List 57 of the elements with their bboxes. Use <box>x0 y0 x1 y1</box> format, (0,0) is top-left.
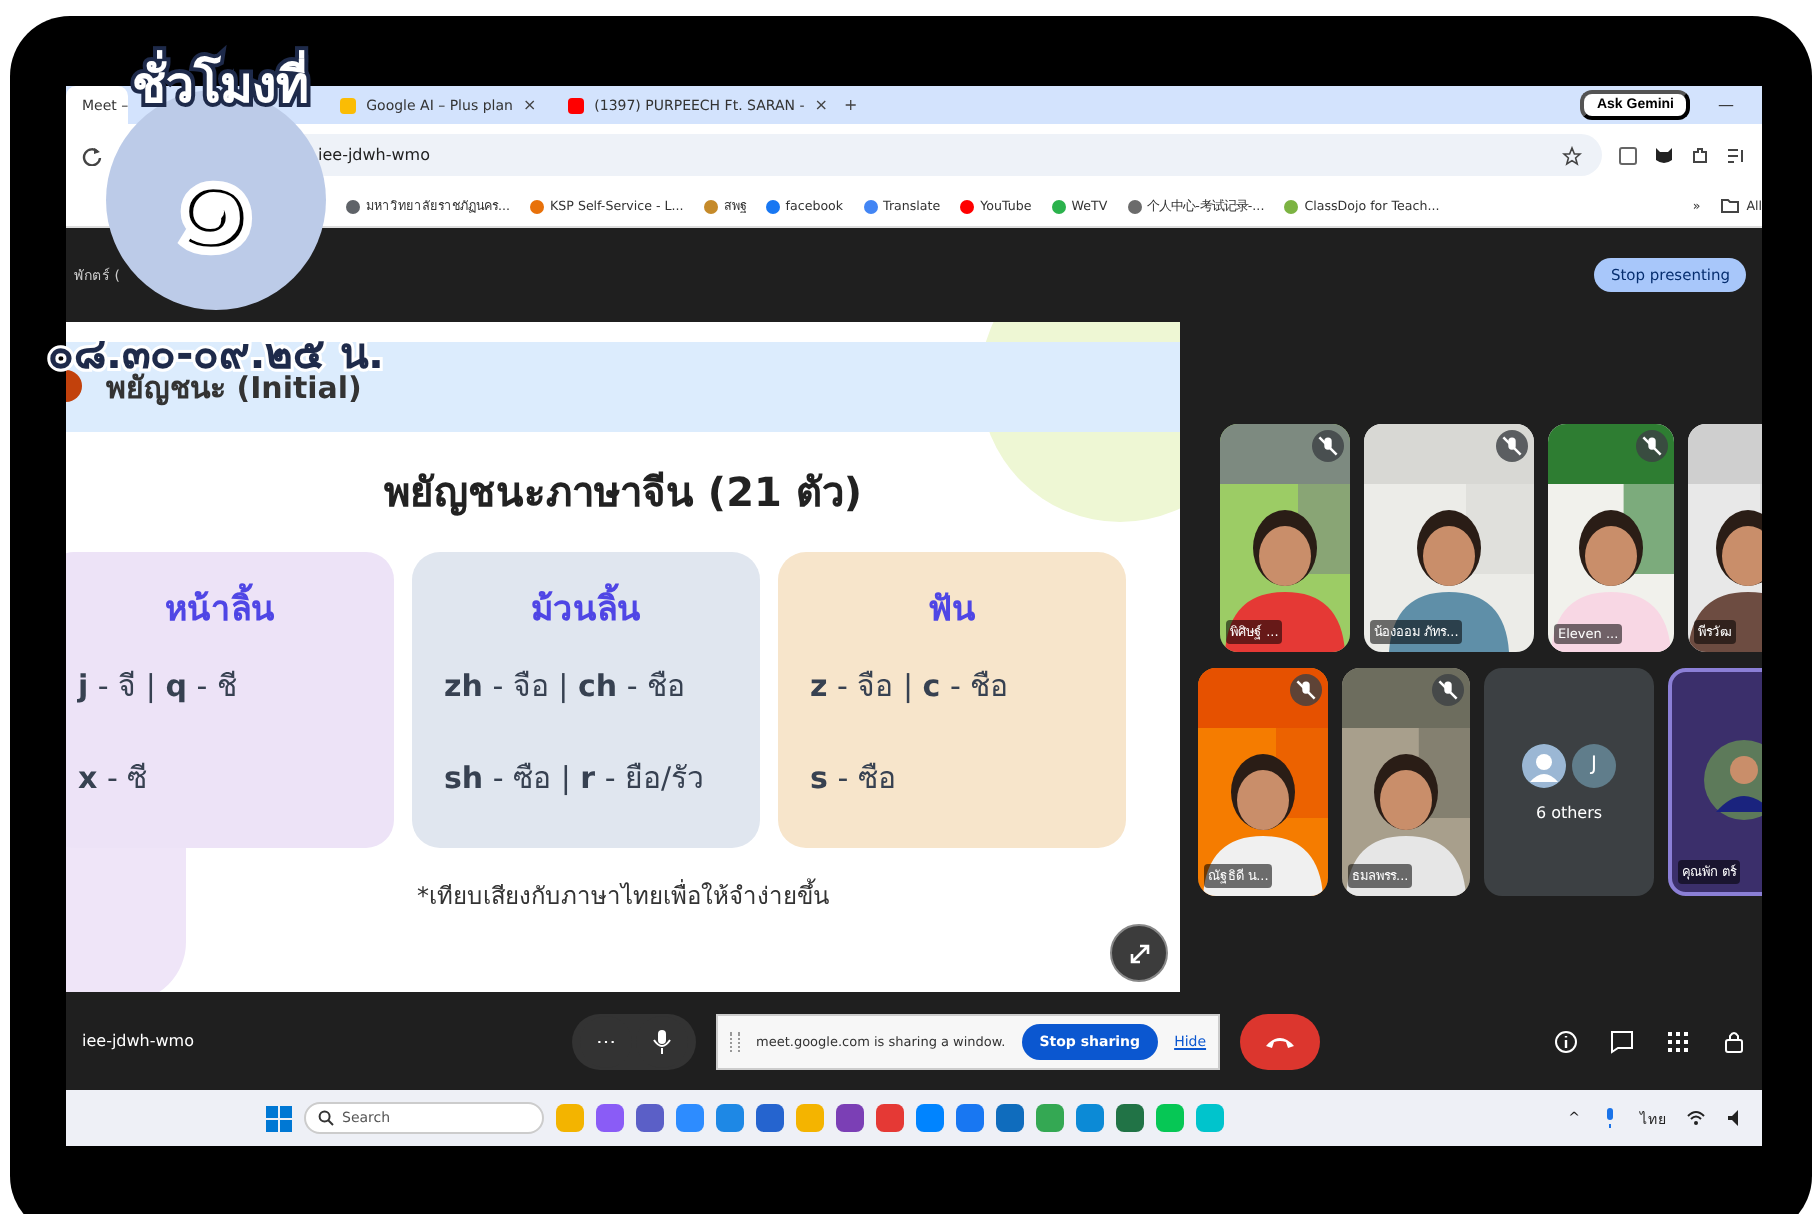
new-tab-button[interactable]: + <box>843 96 858 114</box>
app-icon[interactable] <box>916 1104 944 1132</box>
lock-icon[interactable] <box>1722 1029 1746 1053</box>
extension-icon[interactable] <box>1618 145 1638 165</box>
slide-title: พยัญชนะภาษาจีน (21 ตัว) <box>381 466 865 520</box>
cat-icon[interactable] <box>1654 145 1674 165</box>
search-icon <box>318 1110 334 1126</box>
app-icon[interactable] <box>876 1104 904 1132</box>
app-icon[interactable] <box>1116 1104 1144 1132</box>
app-icon[interactable] <box>996 1104 1024 1132</box>
tab-favicon-icon <box>568 97 585 113</box>
drag-handle[interactable] <box>730 1031 740 1051</box>
consonant-pair: sh - ซือ | r - ยือ/รัว <box>444 758 706 800</box>
slide-header: พยัญชนะ (Initial) <box>106 369 362 410</box>
minimize-button[interactable]: — <box>1690 96 1762 114</box>
app-icon[interactable] <box>716 1104 744 1132</box>
consonant-pair: z - จือ | c - ชือ <box>810 666 1011 708</box>
close-tab-button[interactable]: × <box>814 96 828 114</box>
info-icon[interactable] <box>1554 1029 1578 1053</box>
tab-favicon-icon <box>340 97 357 113</box>
chat-icon[interactable] <box>1610 1029 1634 1053</box>
media-icon[interactable] <box>1726 145 1746 165</box>
participant-tile[interactable]: J 6 others <box>1484 668 1654 896</box>
phone-icon <box>1264 1033 1297 1049</box>
meeting-code: iee-jdwh-wmo <box>82 1032 196 1050</box>
app-icon[interactable] <box>636 1104 664 1132</box>
wifi-icon[interactable] <box>1686 1108 1706 1128</box>
app-icon[interactable] <box>1036 1104 1064 1132</box>
others-count: 6 others <box>1535 803 1603 821</box>
activities-icon[interactable] <box>1666 1029 1690 1053</box>
card-heading: ฟัน <box>926 588 978 634</box>
reload-icon[interactable] <box>82 145 102 165</box>
consonant-pair: zh - จือ | ch - ชือ <box>444 666 687 708</box>
app-icon[interactable] <box>836 1104 864 1132</box>
consonant-pair: j - จี | q - ชี <box>78 666 239 708</box>
expand-icon <box>1127 941 1151 965</box>
expand-button[interactable] <box>1110 924 1168 982</box>
slide-note: *เทียบเสียงกับภาษาไทยเพื่อให้จำง่ายขึ้น <box>415 876 831 914</box>
app-icon[interactable] <box>1076 1104 1104 1132</box>
app-icon[interactable] <box>756 1104 784 1132</box>
puzzle-icon[interactable] <box>1690 145 1710 165</box>
app-icon[interactable] <box>956 1104 984 1132</box>
avatar-icon <box>1704 740 1762 820</box>
microphone-icon <box>652 1029 672 1053</box>
bookmark-star-icon[interactable] <box>1562 145 1582 165</box>
consonant-pair: s - ซือ <box>810 758 898 800</box>
app-icon[interactable] <box>596 1104 624 1132</box>
close-tab-button[interactable]: × <box>522 96 537 114</box>
end-call-button[interactable] <box>1240 1013 1321 1069</box>
card-heading: ม้วนลิ้น <box>444 580 728 634</box>
windows-start-icon[interactable] <box>266 1105 292 1131</box>
avatar-icon <box>1522 743 1566 787</box>
folder-icon <box>1720 196 1741 216</box>
consonant-pair: x - ซี <box>78 758 150 800</box>
card-heading: หน้าลิ้น <box>78 580 362 634</box>
app-icon[interactable] <box>676 1104 704 1132</box>
avatar-initial: J <box>1572 743 1616 787</box>
